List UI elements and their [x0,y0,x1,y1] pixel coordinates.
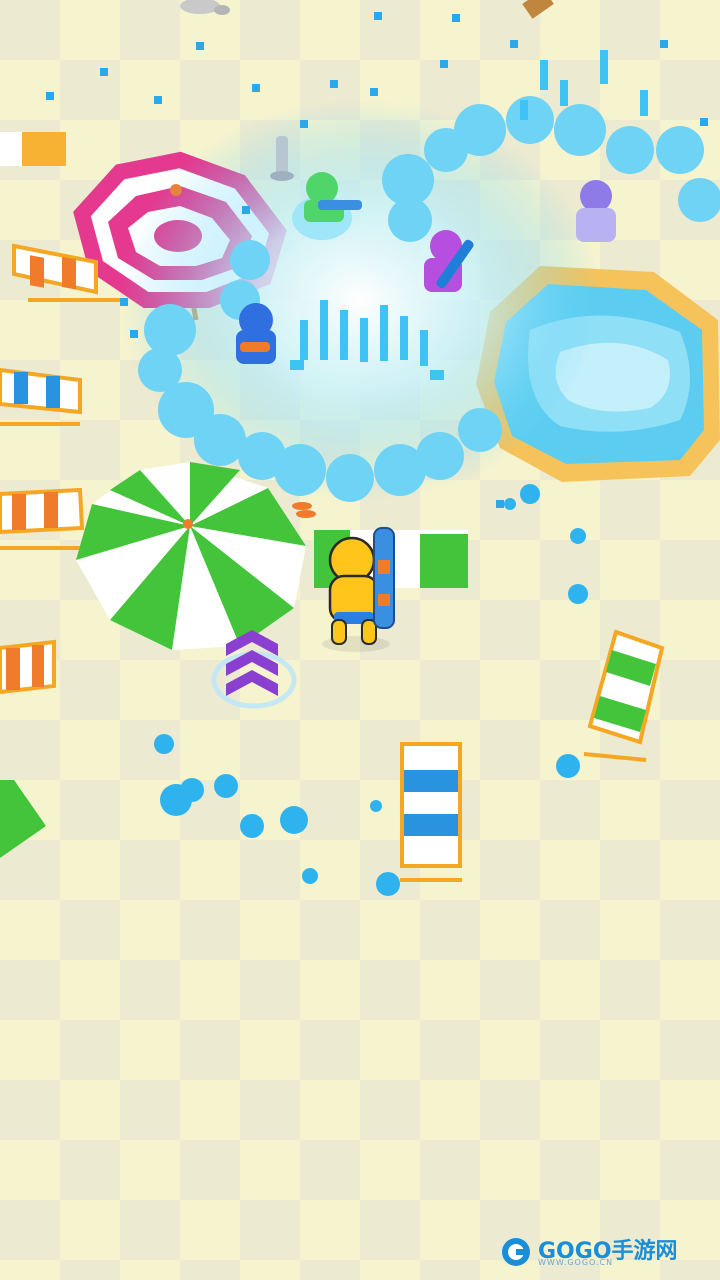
water-gun [373,527,395,629]
game-scene[interactable] [0,0,720,1280]
deck-chair-orange-3 [0,639,56,695]
enemy-lavender[interactable] [576,180,616,242]
deck-chair-blue-2 [400,742,462,882]
enemy-blue[interactable] [236,303,276,364]
orange-mat-stripe [22,132,66,166]
watermark-url-text: WWW.GOGO.CN [538,1258,614,1267]
watermark: GOGO手游网 WWW.GOGO.CN [500,1234,710,1270]
gogo-logo-icon [502,1238,530,1266]
